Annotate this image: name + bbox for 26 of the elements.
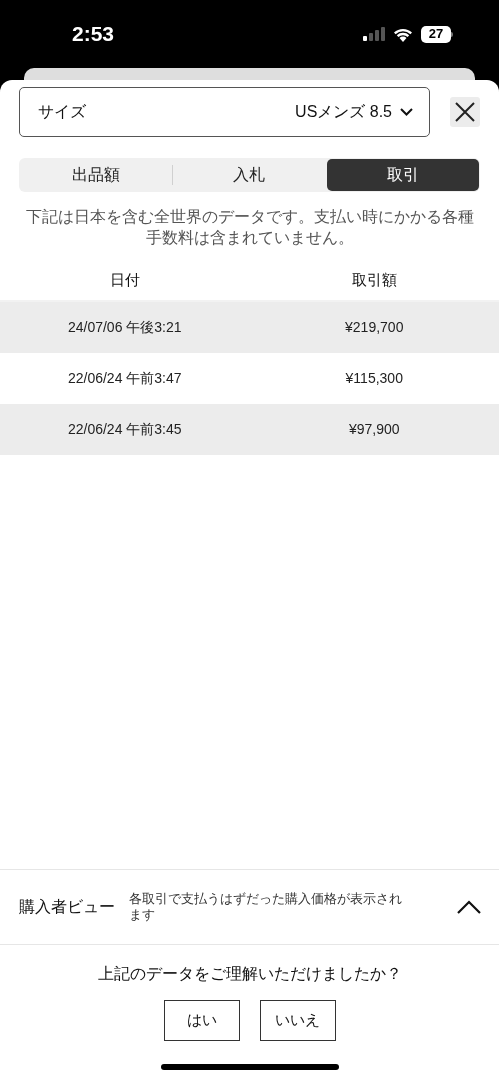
clock-time: 2:53 [72,21,115,48]
table-cell-text: 22/06/24 午前3:47 [66,369,183,388]
table-cell-text: ¥219,700 [344,318,405,337]
tab[interactable]: 出品額 [20,159,173,191]
close-icon [455,102,475,122]
signal-icon [363,27,385,41]
table-cell-text: 24/07/06 午後3:21 [66,318,183,337]
column-header: 日付 [108,269,141,290]
buyer-view-description: 各取引で支払うはずだった購入価格が表示されます [129,891,403,923]
table-cell-text: ¥115,300 [344,369,404,388]
tab[interactable]: 取引 [326,159,479,191]
buyer-view-label: 購入者ビュー [19,897,115,917]
chevron-up-icon[interactable] [457,900,481,914]
table-cell-text: ¥97,900 [347,420,401,439]
chevron-down-icon [400,108,413,116]
answer-button[interactable]: いいえ [259,1000,336,1041]
column-header: 取引額 [350,269,398,290]
answer-button[interactable]: はい [163,1000,240,1041]
table-cell-text: 22/06/24 午前3:45 [66,420,183,439]
size-dropdown[interactable]: サイズ USメンズ 8.5 [19,87,430,137]
question-text: 上記のデータをご理解いただけましたか？ [97,964,402,984]
battery-icon: 27 [421,25,453,43]
close-button[interactable] [450,97,480,127]
notice-text: 下記は日本を含む全世界のデータです。支払い時にかかる各種手数料は含まれていません。 [24,207,475,248]
tab[interactable]: 入札 [173,159,326,191]
wifi-icon [393,26,413,42]
